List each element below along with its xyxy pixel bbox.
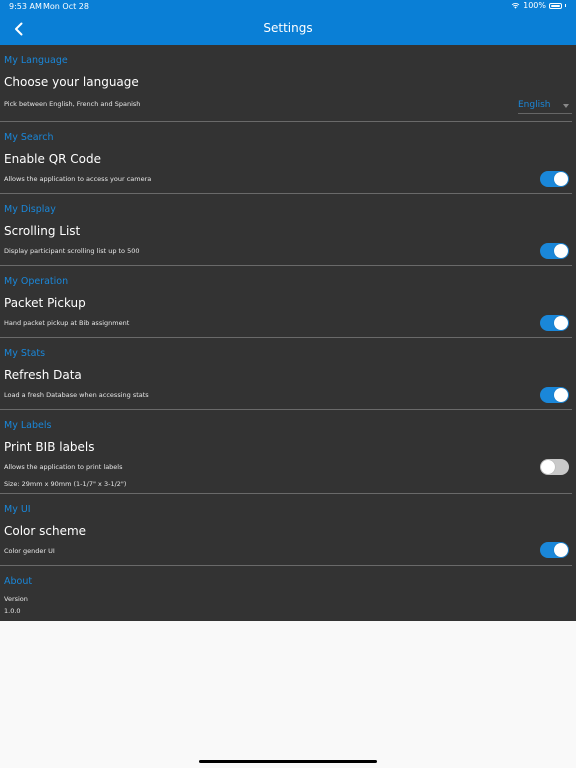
scrolling-toggle[interactable] <box>540 243 569 259</box>
status-date: Mon Oct 28 <box>43 2 89 11</box>
wifi-icon <box>511 3 520 9</box>
qr-title: Enable QR Code <box>4 152 102 166</box>
divider <box>0 265 572 266</box>
home-indicator[interactable] <box>199 760 377 763</box>
battery-tip <box>565 4 566 7</box>
nav-bar: 9:53 AM Mon Oct 28 100% Settings <box>0 0 576 45</box>
toggle-knob <box>554 316 568 330</box>
qr-desc: Allows the application to access your ca… <box>4 175 152 183</box>
toggle-knob <box>554 244 568 258</box>
labels-size: Size: 29mm x 90mm (1-1/7" x 3-1/2") <box>4 480 127 488</box>
color-scheme-title: Color scheme <box>4 524 87 538</box>
divider <box>0 493 572 494</box>
labels-title: Print BIB labels <box>4 440 95 454</box>
toggle-knob <box>554 388 568 402</box>
status-time: 9:53 AM <box>9 2 42 11</box>
page-title: Settings <box>263 21 313 35</box>
caret-down-icon <box>563 104 569 108</box>
packet-desc: Hand packet pickup at Bib assignment <box>4 319 130 327</box>
battery-percent: 100% <box>523 1 546 10</box>
labels-toggle[interactable] <box>540 459 569 475</box>
toggle-knob <box>554 543 568 557</box>
section-header-language: My Language <box>4 55 68 66</box>
section-header-ui: My UI <box>4 504 31 515</box>
labels-desc: Allows the application to print labels <box>4 463 123 471</box>
packet-toggle[interactable] <box>540 315 569 331</box>
color-scheme-toggle[interactable] <box>540 542 569 558</box>
divider <box>0 193 572 194</box>
divider <box>0 409 572 410</box>
settings-panel: My Language Choose your language Pick be… <box>0 45 576 621</box>
divider <box>0 337 572 338</box>
color-scheme-desc: Color gender UI <box>4 547 55 555</box>
section-header-about: About <box>4 576 33 587</box>
toggle-knob <box>554 172 568 186</box>
divider <box>0 565 572 566</box>
divider <box>0 121 572 122</box>
refresh-toggle[interactable] <box>540 387 569 403</box>
language-value: English <box>518 100 551 110</box>
section-header-labels: My Labels <box>4 420 52 431</box>
toggle-knob <box>541 460 555 474</box>
refresh-title: Refresh Data <box>4 368 82 382</box>
status-right: 100% <box>511 1 566 10</box>
refresh-desc: Load a fresh Database when accessing sta… <box>4 391 149 399</box>
version-value: 1.0.0 <box>4 607 21 615</box>
section-header-operation: My Operation <box>4 276 69 287</box>
section-header-search: My Search <box>4 132 54 143</box>
qr-toggle[interactable] <box>540 171 569 187</box>
language-title: Choose your language <box>4 75 139 89</box>
language-desc: Pick between English, French and Spanish <box>4 100 141 108</box>
battery-icon <box>549 2 562 9</box>
version-label: Version <box>4 595 28 603</box>
scrolling-desc: Display participant scrolling list up to… <box>4 247 140 255</box>
packet-title: Packet Pickup <box>4 296 86 310</box>
language-select[interactable]: English <box>518 99 572 114</box>
section-header-stats: My Stats <box>4 348 46 359</box>
section-header-display: My Display <box>4 204 56 215</box>
scrolling-title: Scrolling List <box>4 224 81 238</box>
